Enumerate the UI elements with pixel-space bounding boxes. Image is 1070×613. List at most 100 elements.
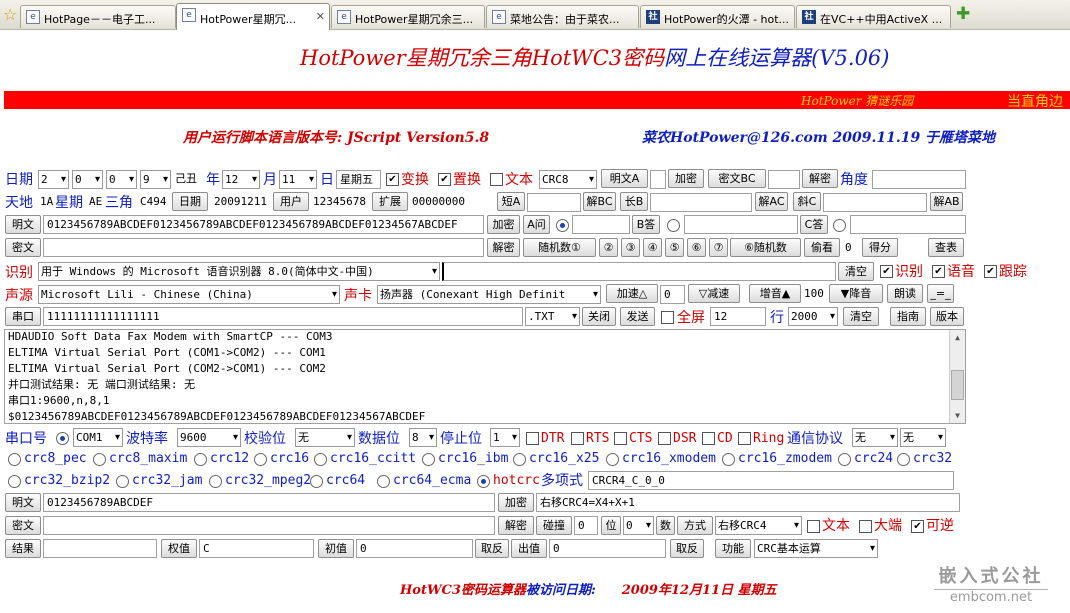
decrypt-button[interactable]: 解密 <box>802 169 838 188</box>
serial-log-textarea[interactable]: HDAUDIO Soft Data Fax Modem with SmartCP… <box>4 329 966 424</box>
cts-checkbox[interactable] <box>614 432 627 445</box>
function-select[interactable]: CRC基本运算 <box>754 539 878 558</box>
recognize-input[interactable] <box>442 262 836 281</box>
crc-radio-hotcrc[interactable] <box>477 475 490 488</box>
date-digit-4-select[interactable]: 9 <box>140 170 171 189</box>
random-1-button[interactable]: 随机数① <box>523 238 596 257</box>
plain-field[interactable]: 0123456789ABCDEF0123456789ABCDEF01234567… <box>43 215 484 234</box>
cd-checkbox[interactable] <box>702 432 715 445</box>
slant-c-field[interactable] <box>823 193 927 212</box>
crc-radio-crc16_ibm[interactable] <box>422 453 435 466</box>
voice-select[interactable]: Microsoft Lili - Chinese (China) <box>38 285 340 304</box>
init-button[interactable]: 初值 <box>318 539 354 558</box>
parity-select[interactable]: 无 <box>295 428 355 447</box>
guide-button[interactable]: 指南 <box>890 307 926 326</box>
day-select[interactable]: 11 <box>279 170 317 189</box>
random-6-button[interactable]: ⑥随机数 <box>730 238 801 257</box>
crc-text-checkbox[interactable] <box>807 520 820 533</box>
crc-radio-crc24[interactable] <box>838 453 851 466</box>
b-answer-button[interactable]: B答 <box>632 215 660 234</box>
init-field[interactable]: 0 <box>356 539 473 558</box>
dtr-checkbox[interactable] <box>526 432 539 445</box>
crc-select[interactable]: CRC8 <box>539 170 597 189</box>
score-button[interactable]: 得分 <box>862 238 898 257</box>
short-a-button[interactable]: 短A <box>497 192 525 211</box>
tab-hotpower-2[interactable]: e HotPower星期冗余三... <box>331 5 485 28</box>
favorites-star-icon[interactable]: ☆ <box>3 5 17 24</box>
lookup-button[interactable]: 查表 <box>928 238 964 257</box>
crc-radio-crc12[interactable] <box>194 453 207 466</box>
weight-field[interactable]: C <box>199 539 314 558</box>
result-field[interactable] <box>43 539 157 558</box>
crc-cipher-button[interactable]: 密文 <box>5 516 41 535</box>
send-button[interactable]: 发送 <box>620 307 655 326</box>
crc-radio-crc8_maxim[interactable] <box>93 453 106 466</box>
close-tab-icon[interactable]: ✕ <box>316 10 325 23</box>
extend-button[interactable]: 扩展 <box>372 192 408 211</box>
crc-radio-crc32_bzip2[interactable] <box>8 475 21 488</box>
long-b-button[interactable]: 长B <box>620 192 648 211</box>
date-digit-2-select[interactable]: 0 <box>72 170 103 189</box>
volume-up-button[interactable]: 增音▲ <box>749 284 801 303</box>
voice-checkbox[interactable]: ✔ <box>932 265 945 278</box>
date-digit-1-select[interactable]: 2 <box>38 170 69 189</box>
ring-checkbox[interactable] <box>738 432 751 445</box>
clear-log-button[interactable]: 清空 <box>843 307 879 326</box>
number-button[interactable]: 数 <box>656 516 675 535</box>
c-answer-button[interactable]: C答 <box>800 215 828 234</box>
clear-button[interactable]: 清空 <box>838 262 874 281</box>
crc-result-field[interactable]: 右移CRC4=X4+X+1 <box>536 493 960 512</box>
weekday-field[interactable]: 星期五 <box>336 170 381 189</box>
crc-radio-crc16_zmodem[interactable] <box>722 453 735 466</box>
decrypt-ab-button[interactable]: 解AB <box>930 192 963 211</box>
num-5-button[interactable]: ⑤ <box>665 238 684 257</box>
invert-out-button[interactable]: 取反 <box>670 539 704 558</box>
lines-select[interactable]: 2000 <box>788 307 838 326</box>
scroll-thumb[interactable] <box>951 370 964 400</box>
a-ask-radio[interactable] <box>556 219 569 232</box>
big-endian-checkbox[interactable] <box>859 520 872 533</box>
fullscreen-checkbox[interactable] <box>661 311 674 324</box>
crc-radio-crc32_jam[interactable] <box>116 475 129 488</box>
crc-radio-crc16_x25[interactable] <box>513 453 526 466</box>
sound-card-select[interactable]: 扬声器 (Conexant High Definit <box>377 285 601 304</box>
speech-engine-select[interactable]: 用于 Windows 的 Microsoft 语音识别器 8.0(简体中文-中国… <box>38 262 440 281</box>
a-ask-field[interactable] <box>572 215 630 234</box>
tab-hotpage[interactable]: e HotPage－－电子工... <box>20 5 176 28</box>
plain-a-button[interactable]: 明文A <box>601 169 648 188</box>
date-digit-3-select[interactable]: 0 <box>106 170 137 189</box>
crc-encrypt-button[interactable]: 加密 <box>498 493 534 512</box>
bit-select[interactable]: 0 <box>623 516 654 535</box>
dsr-checkbox[interactable] <box>658 432 671 445</box>
close-port-button[interactable]: 关闭 <box>582 307 616 326</box>
speed-field[interactable]: 0 <box>660 285 685 304</box>
transform-checkbox[interactable]: ✔ <box>386 173 399 186</box>
output-field[interactable]: 0 <box>549 539 666 558</box>
bit-button[interactable]: 位 <box>601 516 621 535</box>
plain-a-field[interactable] <box>650 170 666 189</box>
tab-caidi[interactable]: e 菜地公告：由于菜农... <box>486 5 639 28</box>
decrypt-ac-button[interactable]: 解AC <box>755 192 788 211</box>
a-ask-button[interactable]: A问 <box>523 215 550 234</box>
equalizer-button[interactable]: _=_ <box>927 284 954 303</box>
serial-send-field[interactable]: 11111111111111111 <box>43 307 523 326</box>
num-2-button[interactable]: ② <box>599 238 618 257</box>
c-answer-radio[interactable] <box>833 219 846 232</box>
volume-down-button[interactable]: ▼降音 <box>829 284 883 303</box>
encrypt-button-2[interactable]: 加密 <box>487 215 520 234</box>
num-6-button[interactable]: ⑥ <box>687 238 706 257</box>
crc-radio-crc64_ecma[interactable] <box>377 475 390 488</box>
crc-radio-crc64[interactable] <box>310 475 323 488</box>
c-answer-field[interactable] <box>850 215 966 234</box>
num-3-button[interactable]: ③ <box>621 238 640 257</box>
crc-radio-crc8_pec[interactable] <box>8 453 21 466</box>
port-select[interactable]: COM1 <box>73 428 123 447</box>
rts-checkbox[interactable] <box>571 432 584 445</box>
port-radio[interactable] <box>56 432 69 445</box>
short-a-field[interactable] <box>527 193 581 212</box>
baud-select[interactable]: 9600 <box>177 428 241 447</box>
cipher-bc-button[interactable]: 密文BC <box>708 169 766 188</box>
b-answer-radio[interactable] <box>667 219 680 232</box>
read-aloud-button[interactable]: 朗读 <box>887 284 923 303</box>
function-button[interactable]: 功能 <box>715 539 751 558</box>
